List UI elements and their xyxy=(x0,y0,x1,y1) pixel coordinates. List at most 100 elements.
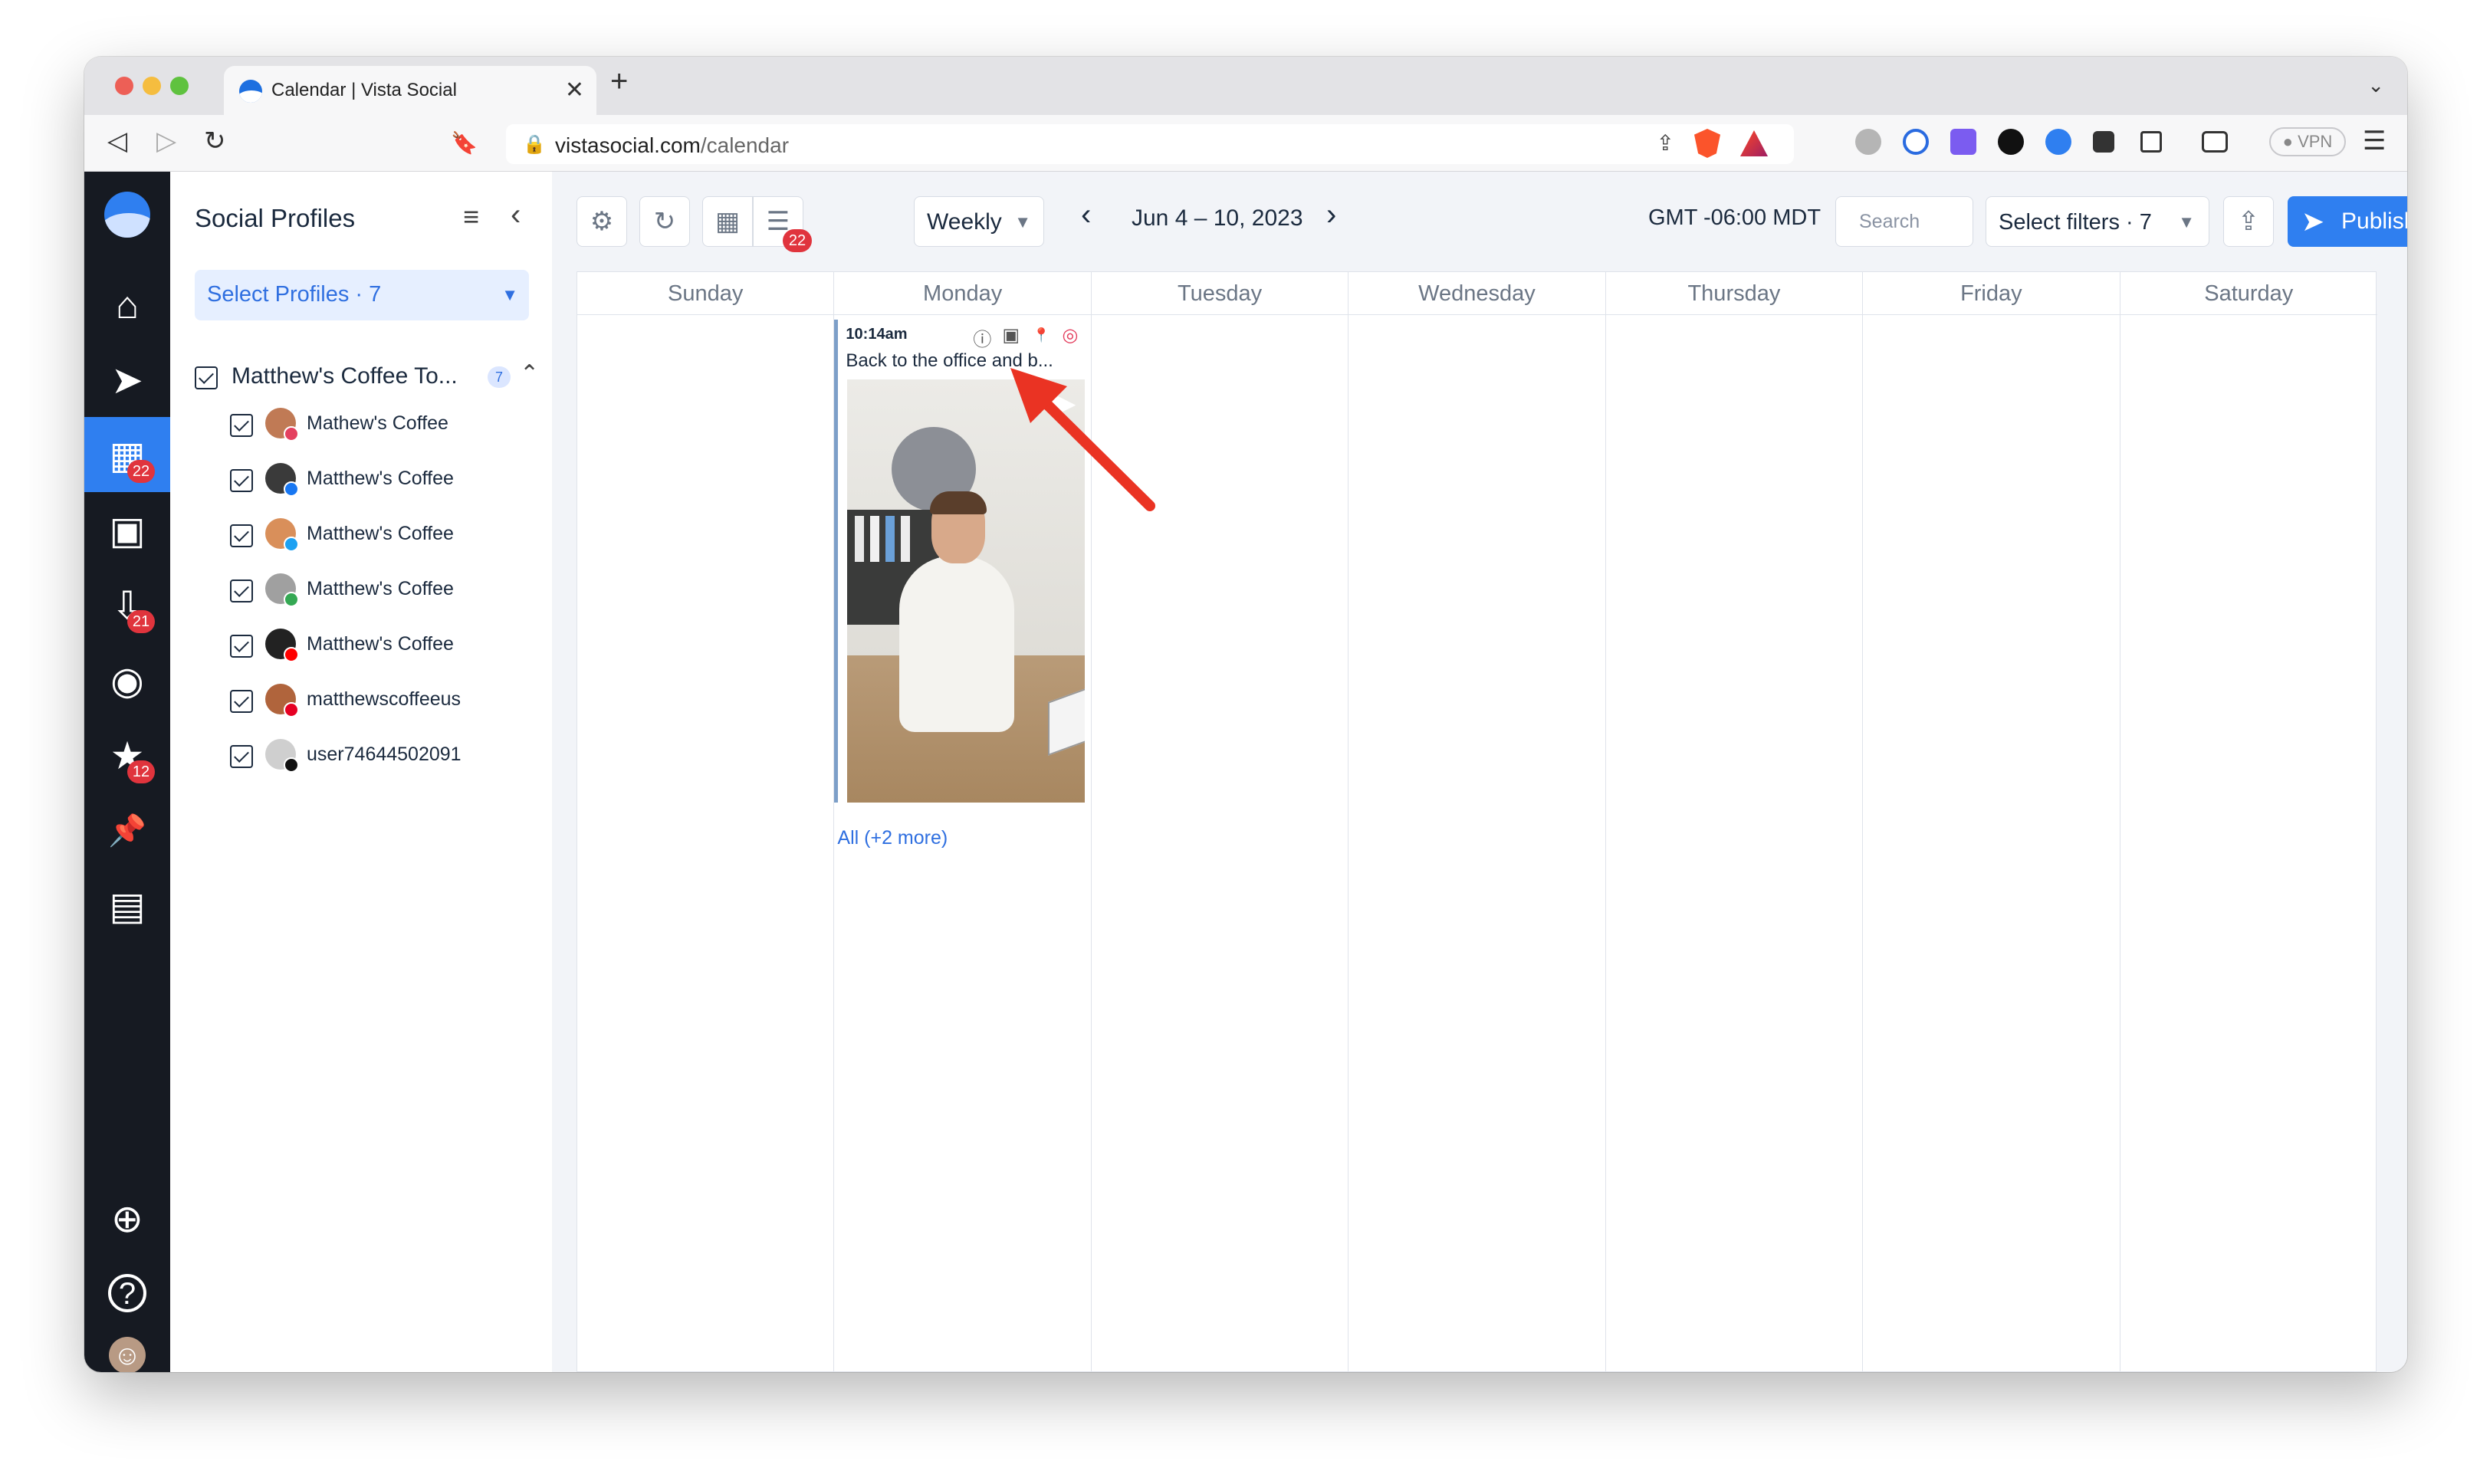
rail-item-media[interactable]: ▣ xyxy=(84,492,170,567)
next-week-icon[interactable]: › xyxy=(1326,198,1336,232)
view-select[interactable]: Weekly ▼ xyxy=(914,196,1044,247)
extension-dark-icon[interactable] xyxy=(1998,129,2024,155)
profile-row[interactable]: Matthew's Coffee xyxy=(230,460,537,503)
profile-row[interactable]: user74644502091 xyxy=(230,736,537,779)
forward-icon[interactable]: ▷ xyxy=(156,126,176,156)
filter-icon[interactable]: ≡ xyxy=(463,201,479,233)
url-path: /calendar xyxy=(700,133,790,157)
wallet-icon[interactable] xyxy=(2202,131,2228,153)
select-profiles-dropdown[interactable]: Select Profiles · 7 ▼ xyxy=(195,270,529,320)
vpn-button[interactable]: ● VPN xyxy=(2269,127,2346,156)
profile-group-row[interactable]: Matthew's Coffee To... 7 ⌃ xyxy=(195,359,539,397)
list-view-button[interactable]: ☰ 22 xyxy=(753,196,812,252)
profile-name: Matthew's Coffee xyxy=(307,578,454,599)
previous-week-icon[interactable]: ‹ xyxy=(1081,198,1091,232)
instagram-icon: ◎ xyxy=(1062,325,1079,346)
profile-checkbox[interactable] xyxy=(230,469,253,492)
collapse-panel-icon[interactable]: ‹ xyxy=(511,198,521,232)
brave-shields-icon[interactable] xyxy=(1694,129,1720,158)
profile-row[interactable]: matthewscoffeeus xyxy=(230,681,537,724)
rail-item-account[interactable]: ☺ xyxy=(84,1318,170,1372)
profile-name: Mathew's Coffee xyxy=(307,412,448,434)
instagram-icon xyxy=(284,426,299,442)
minimize-window-button[interactable] xyxy=(143,77,161,95)
refresh-icon: ↻ xyxy=(653,207,676,236)
rail-item-calendar[interactable]: ▦ 22 xyxy=(84,417,170,492)
browser-tab-calendar[interactable]: Calendar | Vista Social ✕ xyxy=(224,66,596,115)
profile-checkbox[interactable] xyxy=(230,524,253,547)
extension-profile-icon[interactable] xyxy=(2045,129,2071,155)
day-column-tuesday[interactable]: Tuesday xyxy=(1091,272,1349,1371)
caret-down-icon: ▼ xyxy=(2178,212,2195,231)
rail-item-publish[interactable]: ➤ xyxy=(84,342,170,417)
extension-arrow-icon[interactable] xyxy=(1950,129,1976,155)
reel-icon[interactable]: ▣ xyxy=(1002,324,1020,346)
chevron-up-icon[interactable]: ⌃ xyxy=(520,360,539,387)
profile-row[interactable]: Matthew's Coffee xyxy=(230,570,537,613)
publish-button[interactable]: ➤ Publish ▼ xyxy=(2288,196,2407,247)
day-column-thursday[interactable]: Thursday xyxy=(1605,272,1864,1371)
rail-item-add[interactable]: ⊕ xyxy=(84,1180,170,1256)
calendar-settings-button[interactable]: ⚙ xyxy=(577,196,627,247)
back-icon[interactable]: ◁ xyxy=(107,126,127,156)
reviews-badge: 12 xyxy=(127,760,155,783)
tab-list-chevron-icon[interactable]: ⌄ xyxy=(2367,74,2384,97)
rail-item-pin[interactable]: 📌 xyxy=(84,793,170,868)
profile-checkbox[interactable] xyxy=(230,414,253,437)
day-column-monday[interactable]: Monday 10:14am ⓘ ▣ 📍 ◎ Back to the office and … xyxy=(834,272,1092,1371)
filters-label: Select filters · 7 xyxy=(1999,210,2152,235)
calendar-badge: 22 xyxy=(127,460,155,483)
vista-social-logo-icon[interactable] xyxy=(104,192,150,238)
more-posts-link[interactable]: All (+2 more) xyxy=(837,827,948,849)
extension-1password-icon[interactable] xyxy=(1903,129,1929,155)
select-filters-dropdown[interactable]: Select filters · 7 ▼ xyxy=(1986,196,2209,247)
day-column-saturday[interactable]: Saturday xyxy=(2120,272,2377,1371)
user-avatar-icon: ☺ xyxy=(109,1337,146,1372)
profile-checkbox[interactable] xyxy=(230,635,253,658)
extensions-puzzle-icon[interactable] xyxy=(2093,131,2114,153)
group-checkbox[interactable] xyxy=(195,366,218,389)
calendar-view-button[interactable]: ▦ xyxy=(702,196,753,247)
tab-close-icon[interactable]: ✕ xyxy=(565,77,584,103)
day-column-wednesday[interactable]: Wednesday xyxy=(1348,272,1606,1371)
address-bar[interactable]: 🔒 vistasocial.com/calendar ⇪ xyxy=(506,124,1794,164)
profile-checkbox[interactable] xyxy=(230,690,253,713)
profile-checkbox[interactable] xyxy=(230,745,253,768)
new-tab-icon[interactable]: + xyxy=(610,64,628,99)
extension-globe-icon[interactable] xyxy=(1855,129,1881,155)
menu-icon[interactable]: ☰ xyxy=(2363,126,2386,156)
day-column-sunday[interactable]: Sunday xyxy=(577,272,835,1371)
close-window-button[interactable] xyxy=(115,77,133,95)
refresh-button[interactable]: ↻ xyxy=(639,196,690,247)
rail-item-listening[interactable]: ◉ xyxy=(84,642,170,717)
profile-checkbox[interactable] xyxy=(230,579,253,602)
list-badge: 22 xyxy=(783,229,812,252)
rail-item-reviews[interactable]: ★ 12 xyxy=(84,717,170,793)
info-icon[interactable]: ⓘ xyxy=(973,324,991,351)
rail-item-home[interactable]: ⌂ xyxy=(84,267,170,342)
day-column-friday[interactable]: Friday xyxy=(1863,272,2120,1371)
timezone-label[interactable]: GMT -06:00 MDT xyxy=(1648,205,1821,231)
brave-rewards-icon[interactable] xyxy=(1740,130,1768,156)
bookmark-icon[interactable]: 🔖 xyxy=(451,130,478,156)
profile-row[interactable]: Matthew's Coffee xyxy=(230,515,537,558)
view-label: Weekly xyxy=(927,209,1002,235)
inbox-badge: 21 xyxy=(127,610,155,633)
profile-row[interactable]: Mathew's Coffee xyxy=(230,405,537,448)
url-host: vistasocial.com xyxy=(555,133,701,157)
share-calendar-button[interactable]: ⇪ xyxy=(2223,196,2274,247)
thumbnail-binder xyxy=(901,516,911,562)
search-input[interactable] xyxy=(1835,196,1973,247)
profile-row[interactable]: Matthew's Coffee xyxy=(230,625,537,668)
scheduled-post-card[interactable]: 10:14am ⓘ ▣ 📍 ◎ Back to the office and b... ▶ xyxy=(834,320,1089,803)
play-icon[interactable]: ▶ xyxy=(1053,386,1076,421)
sidebar-toggle-icon[interactable] xyxy=(2140,131,2162,153)
reload-icon[interactable]: ↻ xyxy=(204,126,226,156)
maximize-window-button[interactable] xyxy=(170,77,189,95)
post-video-thumbnail[interactable]: ▶ xyxy=(847,379,1086,803)
share-icon[interactable]: ⇪ xyxy=(1657,130,1674,156)
calendar-icon: ▦ xyxy=(714,207,741,236)
rail-item-inbox[interactable]: ⇩ 21 xyxy=(84,567,170,642)
google-icon xyxy=(284,592,299,607)
rail-item-reports[interactable]: ▤ xyxy=(84,868,170,943)
